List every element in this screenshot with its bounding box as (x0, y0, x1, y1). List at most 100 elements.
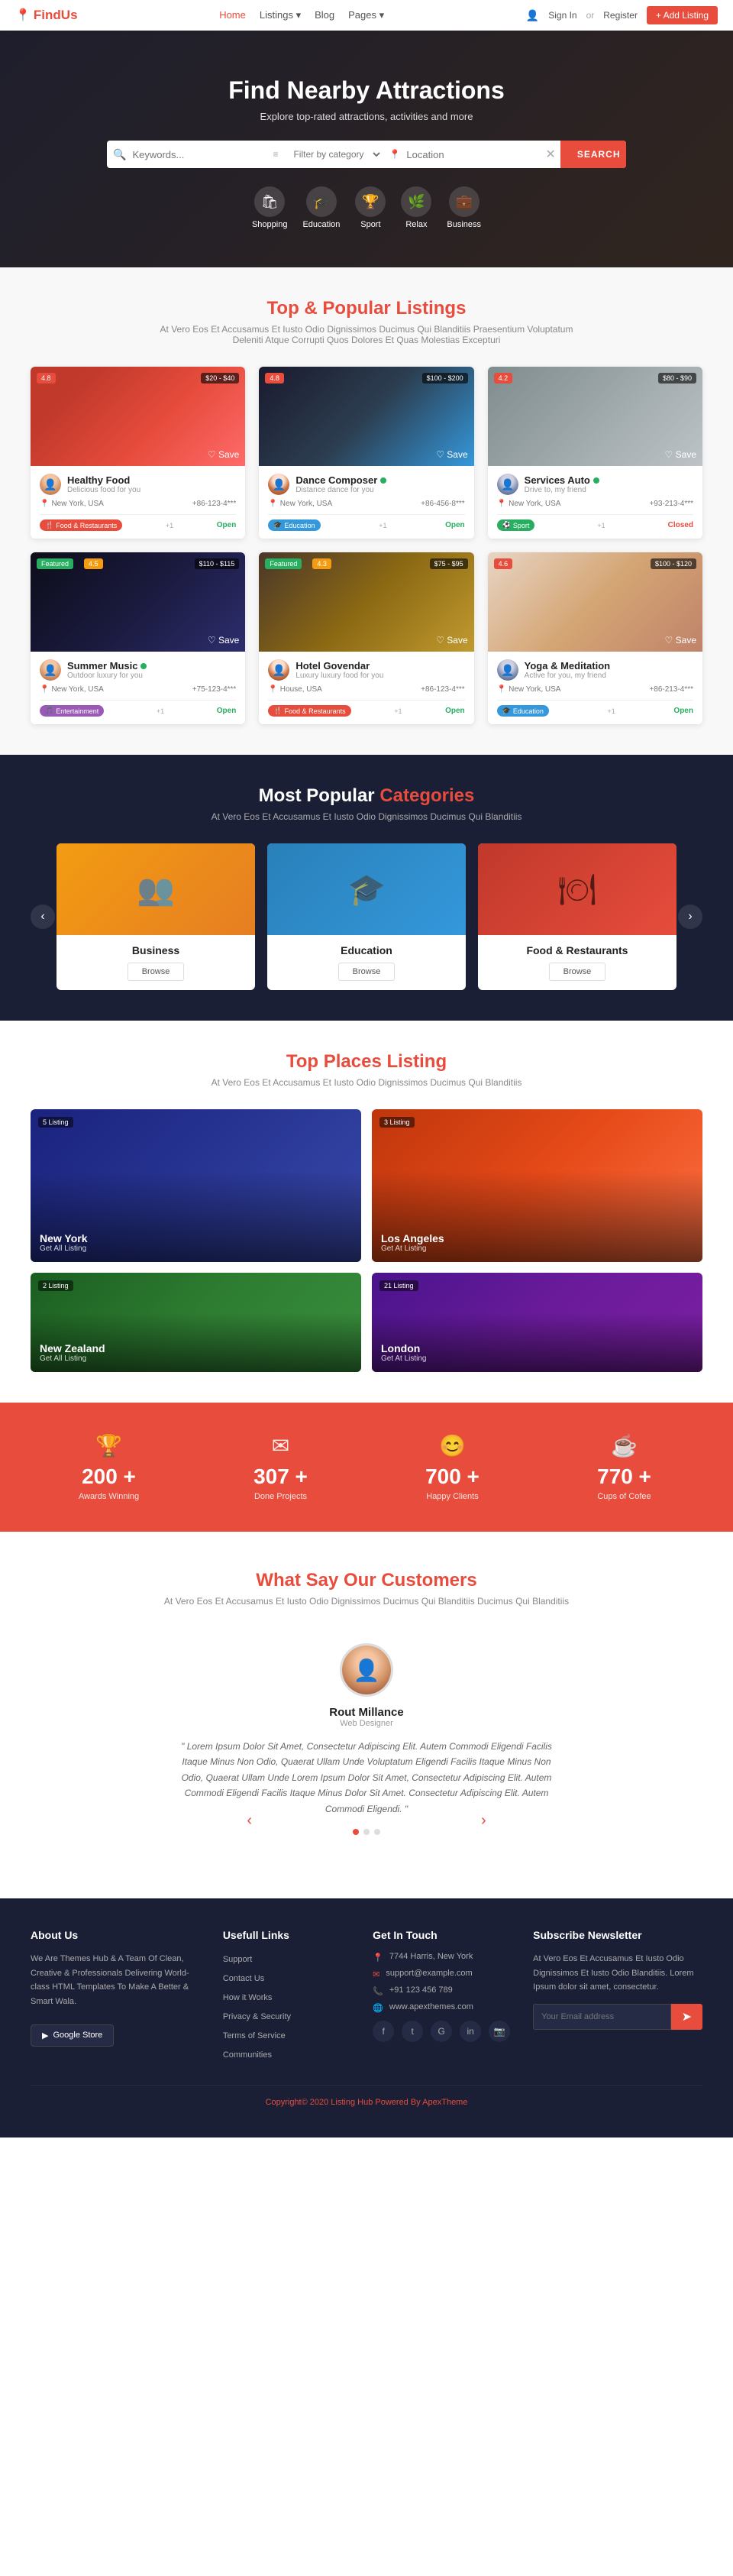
food-cat-icon: 🍽 (558, 872, 597, 908)
footer-newsletter-input[interactable] (533, 2004, 670, 2030)
listing-card-6-location: 📍 New York, USA +86-213-4*** (497, 685, 693, 694)
cat-arrow-right[interactable]: › (678, 905, 702, 929)
footer-bottom: Copyright© 2020 Listing Hub Powered By A… (31, 2085, 702, 2107)
social-googleplus[interactable]: G (431, 2021, 452, 2042)
place-la-info: Los Angeles Get At Listing (381, 1232, 444, 1253)
hero-subtitle: Explore top-rated attractions, activitie… (15, 111, 718, 122)
hero-cat-business[interactable]: 💼 Business (447, 186, 481, 229)
cat-card-food[interactable]: 🍽 Food & Restaurants Browse (478, 843, 676, 990)
avatar-img: 👤 (268, 659, 289, 681)
cat-card-education[interactable]: 🎓 Education Browse (267, 843, 466, 990)
listing-card-1-price: $20 - $40 (201, 373, 239, 383)
place-nz-info: New Zealand Get All Listing (40, 1342, 105, 1363)
hero-cat-icon-business: 💼 (449, 186, 480, 217)
place-card-la[interactable]: 3 Listing Los Angeles Get At Listing (372, 1109, 702, 1262)
hero-cat-shopping[interactable]: 🛍 Shopping (252, 186, 288, 229)
nav-signin[interactable]: Sign In (548, 10, 576, 21)
categories-title: Most Popular Categories (31, 785, 702, 807)
listing-card-3[interactable]: 4.2 $80 - $90 ♡ Save 👤 Services Auto Dri… (488, 367, 702, 539)
cat-card-business[interactable]: 👥 Business Browse (57, 843, 255, 990)
listing-card-4-avatar: 👤 (40, 659, 61, 681)
place-la-badge: 3 Listing (379, 1117, 415, 1128)
listing-card-2-save[interactable]: ♡ Save (436, 449, 467, 460)
social-twitter[interactable]: t (402, 2021, 423, 2042)
place-ny-name: New York (40, 1232, 88, 1244)
search-location-clear[interactable]: ✕ (541, 147, 560, 162)
hero-cat-label-education: Education (302, 220, 340, 229)
testimonial-arrow-right[interactable]: › (481, 1812, 486, 1830)
social-linkedin[interactable]: in (460, 2021, 481, 2042)
clients-icon: 😊 (374, 1433, 531, 1458)
listing-card-6-image: 4.6 $100 - $120 ♡ Save (488, 552, 702, 652)
footer-about-title: About Us (31, 1929, 200, 1941)
categories-section: Most Popular Categories At Vero Eos Et A… (0, 755, 733, 1021)
place-card-london[interactable]: 21 Listing London Get At Listing (372, 1273, 702, 1372)
google-play-icon: ▶ (42, 2031, 48, 2040)
search-button[interactable]: SEARCH (560, 141, 626, 168)
place-ny-badge: 5 Listing (38, 1117, 73, 1128)
listing-card-2-title-group: Dance Composer Distance dance for you (295, 474, 386, 494)
search-category-select[interactable]: Filter by category (284, 141, 383, 168)
stat-awards-number: 200 + (31, 1464, 187, 1489)
listing-card-2[interactable]: 4.8 $100 - $200 ♡ Save 👤 Dance Composer … (259, 367, 473, 539)
search-keyword-input[interactable] (132, 141, 266, 168)
listing-card-5-title-group: Hotel Govendar Luxury luxury food for yo… (295, 660, 383, 680)
listing-card-6-tag: 🎓 Education (497, 705, 549, 717)
listing-card-1-body: 👤 Healthy Food Delicious food for you 📍 … (31, 466, 245, 539)
listing-card-6-body: 👤 Yoga & Meditation Active for you, my f… (488, 652, 702, 724)
nav-pages[interactable]: Pages ▾ (348, 9, 384, 21)
listing-card-5-save[interactable]: ♡ Save (436, 635, 467, 646)
cat-browse-education[interactable]: Browse (338, 963, 396, 981)
places-description: At Vero Eos Et Accusamus Et Iusto Odio D… (153, 1077, 580, 1088)
listing-card-4[interactable]: Featured $110 - $115 ♡ Save 4.5 👤 Summer… (31, 552, 245, 724)
listing-card-1-save[interactable]: ♡ Save (208, 449, 239, 460)
listing-card-3-save[interactable]: ♡ Save (665, 449, 696, 460)
listing-card-5-avatar: 👤 (268, 659, 289, 681)
listing-card-6-save[interactable]: ♡ Save (665, 635, 696, 646)
places-section: Top Places Listing At Vero Eos Et Accusa… (0, 1021, 733, 1403)
place-ny-info: New York Get All Listing (40, 1232, 88, 1253)
footer-newsletter-button[interactable]: ➤ (671, 2004, 702, 2030)
social-facebook[interactable]: f (373, 2021, 394, 2042)
listing-card-3-subtitle: Drive to, my friend (525, 486, 599, 494)
testimonial-arrow-left[interactable]: ‹ (247, 1812, 252, 1830)
places-grid: 5 Listing New York Get All Listing 3 Lis… (31, 1109, 702, 1372)
testimonial-dot-2[interactable] (363, 1829, 370, 1835)
testimonial-dot-1[interactable] (353, 1829, 359, 1835)
nav-blog[interactable]: Blog (315, 9, 334, 21)
nav-register[interactable]: Register (603, 10, 638, 21)
listing-card-4-phone: +75-123-4*** (192, 685, 237, 694)
testimonials-description: At Vero Eos Et Accusamus Et Iusto Odio D… (153, 1596, 580, 1607)
search-location-input[interactable] (406, 141, 541, 168)
listing-card-4-save[interactable]: ♡ Save (208, 635, 239, 646)
cat-browse-food[interactable]: Browse (549, 963, 606, 981)
cat-browse-business[interactable]: Browse (128, 963, 185, 981)
place-london-sub: Get At Listing (381, 1354, 426, 1363)
place-la-name: Los Angeles (381, 1232, 444, 1244)
hero-cat-relax[interactable]: 🌿 Relax (401, 186, 431, 229)
listing-card-5-title: Hotel Govendar (295, 660, 383, 672)
testimonial-dot-3[interactable] (374, 1829, 380, 1835)
cat-card-education-bg: 🎓 (267, 843, 466, 935)
logo[interactable]: 📍 FindUs (15, 8, 78, 23)
hero-cat-sport[interactable]: 🏆 Sport (355, 186, 386, 229)
hero-cat-education[interactable]: 🎓 Education (302, 186, 340, 229)
hero-categories: 🛍 Shopping 🎓 Education 🏆 Sport 🌿 Relax 💼… (15, 186, 718, 229)
nav-add-listing[interactable]: + Add Listing (647, 6, 718, 24)
place-card-nz[interactable]: 2 Listing New Zealand Get All Listing (31, 1273, 361, 1372)
footer-google-store[interactable]: ▶ Google Store (31, 2024, 114, 2047)
social-instagram[interactable]: 📷 (489, 2021, 510, 2042)
nav-listings[interactable]: Listings ▾ (260, 9, 301, 21)
listing-card-5[interactable]: Featured $75 - $95 ♡ Save 4.3 👤 Hotel Go… (259, 552, 473, 724)
listing-card-6-avatar-row: 👤 Yoga & Meditation Active for you, my f… (497, 659, 693, 681)
listing-card-6[interactable]: 4.6 $100 - $120 ♡ Save 👤 Yoga & Meditati… (488, 552, 702, 724)
avatar-img: 👤 (497, 659, 518, 681)
testimonial-text: " Lorem Ipsum Dolor Sit Amet, Consectetu… (176, 1739, 557, 1817)
place-card-ny[interactable]: 5 Listing New York Get All Listing (31, 1109, 361, 1262)
cat-arrow-left[interactable]: ‹ (31, 905, 55, 929)
listing-card-3-phone: +93-213-4*** (649, 500, 693, 508)
nav-home[interactable]: Home (219, 9, 246, 21)
listing-card-4-rating: 4.5 (84, 558, 103, 569)
listing-card-3-location: 📍 New York, USA +93-213-4*** (497, 500, 693, 508)
listing-card-1[interactable]: 4.8 $20 - $40 ♡ Save 👤 Healthy Food Deli… (31, 367, 245, 539)
